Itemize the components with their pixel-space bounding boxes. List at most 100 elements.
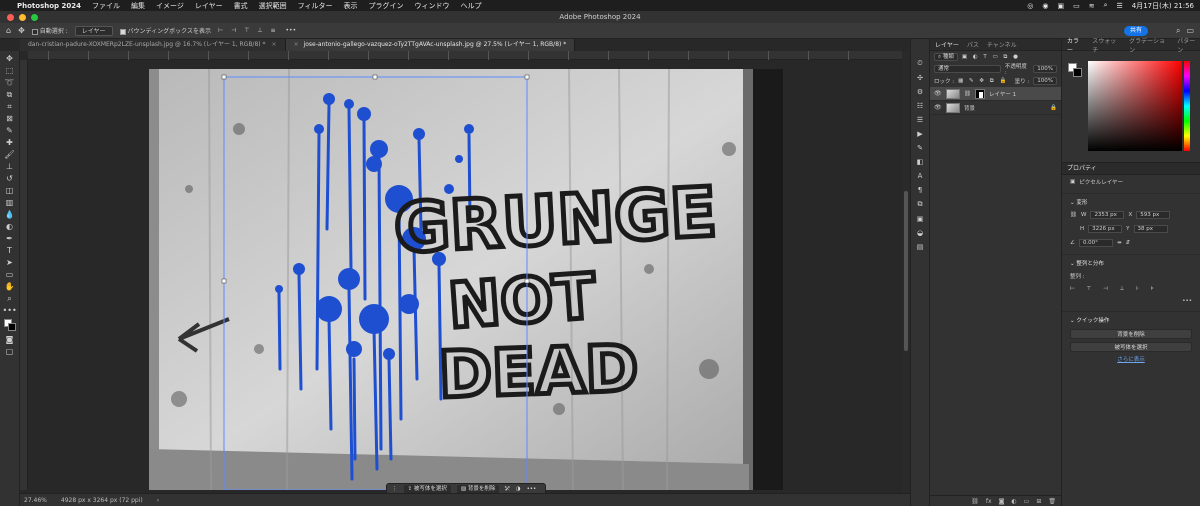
share-button[interactable]: 共有 <box>1123 26 1148 36</box>
styles-icon[interactable]: ▣ <box>917 215 924 223</box>
height-field[interactable]: 3226 px <box>1088 225 1123 233</box>
menu-help[interactable]: ヘルプ <box>461 1 482 11</box>
tab-paths[interactable]: パス <box>967 40 979 49</box>
auto-select-target-select[interactable]: レイヤー <box>74 25 113 36</box>
layer-filter-select[interactable]: ⌕ 種類 <box>934 53 958 61</box>
fx-icon[interactable]: fx <box>986 498 992 505</box>
tab-doc-2[interactable]: × jose-antonio-gallego-vazquez-oTy2TTgAVA… <box>285 39 576 51</box>
dodge-tool-icon[interactable]: ◐ <box>3 222 17 231</box>
fill-field[interactable]: 100% <box>1033 77 1057 85</box>
link-layers-icon[interactable]: ⛓ <box>971 498 979 505</box>
add-mask-icon[interactable]: ◙ <box>999 498 1005 505</box>
blur-tool-icon[interactable]: 💧 <box>3 210 17 219</box>
shape-tool-icon[interactable]: ▭ <box>3 270 17 279</box>
workspace-icon[interactable]: ▭ <box>1186 26 1194 36</box>
healing-tool-icon[interactable]: ✚ <box>3 138 17 147</box>
color-swatches[interactable] <box>3 318 17 332</box>
marquee-tool-icon[interactable]: ⬚ <box>3 66 17 75</box>
tab-gradients[interactable]: グラデーション <box>1129 36 1169 54</box>
more-align-icon[interactable]: ••• <box>1062 295 1200 307</box>
tab-channels[interactable]: チャンネル <box>987 40 1017 49</box>
object-select-tool-icon[interactable]: ⧉ <box>3 90 17 99</box>
eyedropper-tool-icon[interactable]: ✎ <box>3 126 17 135</box>
path-select-icon[interactable]: ➤ <box>3 258 17 267</box>
chevron-right-icon[interactable]: › <box>157 497 159 504</box>
lock-icons[interactable]: ▦ ✎ ✥ ⧉ 🔒 <box>958 78 1008 85</box>
close-icon[interactable]: × <box>272 41 277 48</box>
lock-icon[interactable]: 🔒 <box>1050 105 1057 111</box>
layer-row[interactable]: 👁 背景 🔒 <box>930 101 1061 115</box>
history-brush-icon[interactable]: ↺ <box>3 174 17 183</box>
type-tool-icon[interactable]: T <box>3 246 17 255</box>
bbox-checkbox[interactable]: バウンディングボックスを表示 <box>119 26 211 35</box>
group-icon[interactable]: ▭ <box>1024 498 1030 505</box>
auto-select-checkbox[interactable]: 自動選択 : <box>31 26 68 35</box>
more-icon[interactable]: ••• <box>527 486 537 492</box>
move-tool-icon[interactable]: ✥ <box>3 54 17 63</box>
menu-plugins[interactable]: プラグイン <box>369 1 404 11</box>
screen-mode-icon[interactable]: ▢ <box>3 347 17 356</box>
visibility-eye-icon[interactable]: 👁 <box>934 90 942 97</box>
hue-slider[interactable] <box>1184 61 1190 151</box>
tab-doc-1[interactable]: dan-cristian-padure-XOXMERp2LZE-unsplash… <box>20 39 286 51</box>
menu-edit[interactable]: 編集 <box>131 1 145 11</box>
layer-row[interactable]: 👁 ⛓ レイヤー 1 <box>930 87 1061 101</box>
filter-icons[interactable]: ▣ ◐ T ▭ ⧉ ● <box>962 54 1020 61</box>
layer-thumbnail[interactable] <box>946 102 960 113</box>
paragraph-icon[interactable]: ¶ <box>918 186 922 194</box>
vertical-scrollbar[interactable] <box>902 51 910 493</box>
creative-cloud-icon[interactable]: ◎ <box>1027 2 1033 10</box>
move-tool-icon[interactable]: ✥ <box>18 26 25 35</box>
quick-actions-title[interactable]: ⌄ クイック操作 <box>1062 311 1200 326</box>
menu-type[interactable]: 書式 <box>234 1 248 11</box>
tab-swatches[interactable]: スウォッチ <box>1092 36 1121 54</box>
history-icon[interactable]: ⏲ <box>917 59 922 68</box>
brush-tool-icon[interactable]: 🖌 <box>3 150 17 159</box>
gradient-tool-icon[interactable]: ▥ <box>3 198 17 207</box>
sliders-icon[interactable]: ☷ <box>917 102 923 110</box>
quick-mask-icon[interactable]: ◙ <box>3 335 17 344</box>
battery-icon[interactable]: ▭ <box>1073 2 1080 10</box>
canvas-area[interactable]: GRUNGE NOT DEAD <box>28 60 902 493</box>
align-options-icon[interactable]: ⊢ ⊣ ⊤ ⊥ ≡ <box>218 27 279 34</box>
tab-layers[interactable]: レイヤー <box>935 40 959 49</box>
adjustments-icon[interactable]: ⚙ <box>917 88 923 96</box>
trash-icon[interactable]: 🗑 <box>1048 498 1056 505</box>
more-options-icon[interactable]: ••• <box>286 27 297 34</box>
layer-mask-thumbnail[interactable] <box>974 88 985 99</box>
actions-icon[interactable]: ▶ <box>917 130 922 138</box>
menu-filter[interactable]: フィルター <box>298 1 333 11</box>
stamp-tool-icon[interactable]: ⊥ <box>3 162 17 171</box>
pen-tool-icon[interactable]: ✒ <box>3 234 17 243</box>
lasso-tool-icon[interactable]: ➰ <box>3 78 17 87</box>
layer-name[interactable]: レイヤー 1 <box>989 90 1016 98</box>
align-icons[interactable]: ⊢ ⊤ ⊣ ⊥ ⊦ ⊧ <box>1062 283 1200 295</box>
tab-patterns[interactable]: パターン <box>1177 36 1200 54</box>
x-field[interactable]: 593 px <box>1136 211 1171 219</box>
angle-field[interactable]: 0.00° <box>1078 239 1113 247</box>
menu-layer[interactable]: レイヤー <box>195 1 223 11</box>
search-icon[interactable]: ⌕ <box>1104 1 1108 10</box>
info-icon[interactable]: ✣ <box>917 74 923 82</box>
wifi-icon[interactable]: ≋ <box>1089 2 1095 10</box>
navigator-icon[interactable]: ◒ <box>917 229 923 237</box>
transform-section-title[interactable]: ⌄ 変形 <box>1062 193 1200 208</box>
show-more-link[interactable]: さらに表示 <box>1062 355 1200 363</box>
layer-name[interactable]: 背景 <box>964 104 975 112</box>
visibility-eye-icon[interactable]: 👁 <box>934 104 942 111</box>
crop-tool-icon[interactable]: ⌗ <box>3 102 17 111</box>
frame-tool-icon[interactable]: ⊠ <box>3 114 17 123</box>
menu-window[interactable]: ウィンドウ <box>415 1 450 11</box>
width-field[interactable]: 2353 px <box>1090 211 1125 219</box>
eraser-tool-icon[interactable]: ◫ <box>3 186 17 195</box>
y-field[interactable]: 38 px <box>1133 225 1168 233</box>
home-icon[interactable]: ⌂ <box>6 26 11 35</box>
character-icon[interactable]: A <box>918 172 923 180</box>
record-icon[interactable]: ▣ <box>1057 2 1064 10</box>
constrain-link-icon[interactable]: ⛓ <box>1070 212 1077 218</box>
more-tools-icon[interactable]: ••• <box>3 306 17 315</box>
tab-color[interactable]: カラー <box>1067 36 1084 54</box>
scroll-thumb[interactable] <box>904 191 908 351</box>
menu-image[interactable]: イメージ <box>156 1 184 11</box>
search-icon[interactable]: ⌕ <box>1176 26 1180 36</box>
